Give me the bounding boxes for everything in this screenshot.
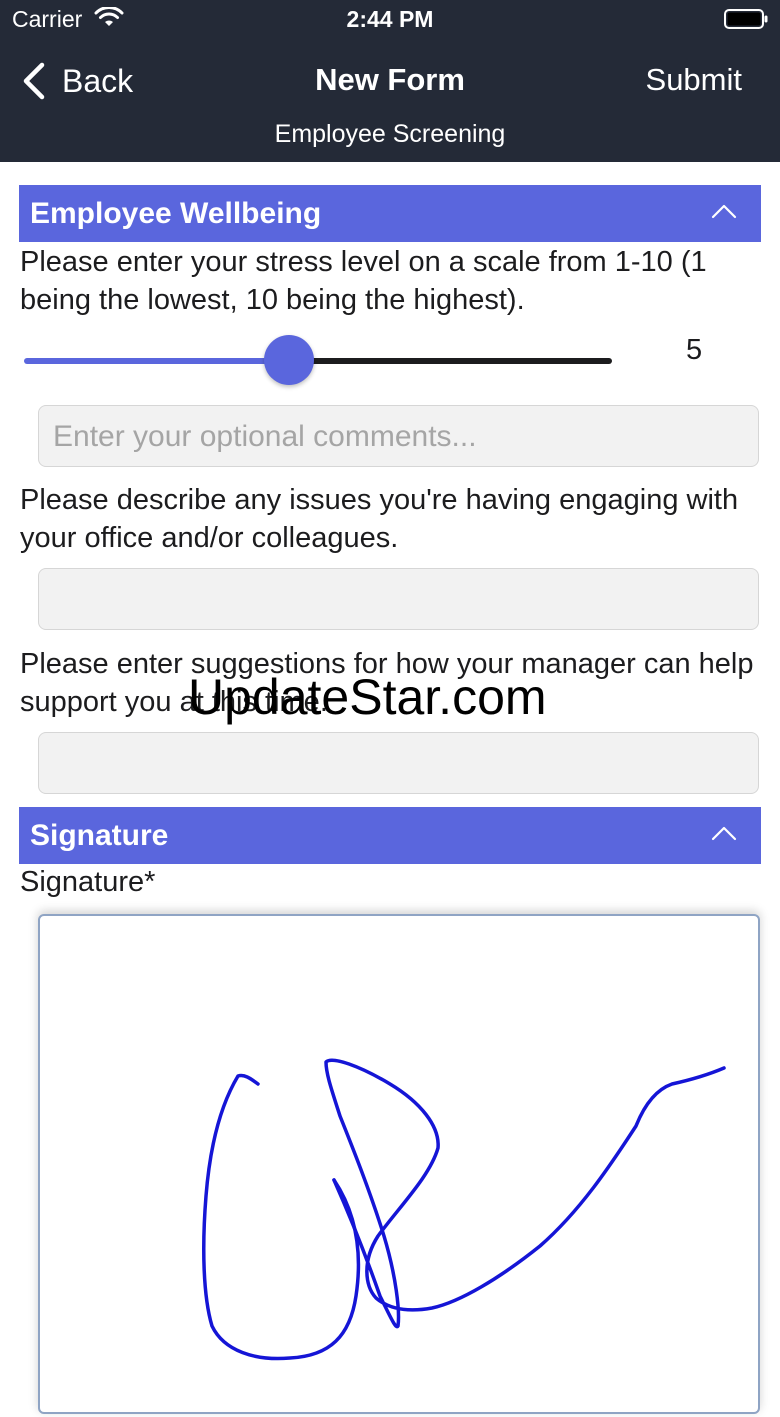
watermark: UpdateStar.com [188, 669, 547, 725]
slider-track-empty[interactable] [290, 358, 612, 364]
section-title: Employee Wellbeing [30, 197, 322, 230]
comments-placeholder: Enter your optional comments... [53, 420, 477, 453]
section-title: Signature [30, 819, 169, 852]
signature-drawing [202, 1058, 726, 1361]
section-header-wellbeing[interactable]: Employee Wellbeing [19, 185, 761, 242]
section-header-signature[interactable]: Signature [19, 807, 761, 864]
issues-input[interactable] [38, 568, 759, 630]
issues-question: Please describe any issues you're having… [20, 484, 739, 554]
chevron-up-icon[interactable] [711, 825, 737, 846]
stress-value: 5 [686, 334, 703, 366]
submit-button[interactable]: Submit [646, 62, 742, 98]
slider-thumb[interactable] [264, 335, 314, 385]
chevron-up-icon[interactable] [711, 203, 737, 224]
navigation-bar: Carrier 2:44 PM Back New Form Submit Emp… [0, 0, 780, 162]
battery-icon [724, 9, 768, 29]
stress-question: Please enter your stress level on a scal… [20, 246, 707, 316]
signature-field-label: Signature* [20, 866, 156, 898]
slider-track-filled[interactable] [24, 358, 290, 364]
form-subtitle: Employee Screening [274, 120, 506, 148]
comments-input[interactable]: Enter your optional comments... [38, 405, 759, 467]
support-input[interactable] [38, 732, 759, 794]
status-time: 2:44 PM [346, 6, 434, 32]
signature-pad[interactable] [38, 914, 760, 1414]
